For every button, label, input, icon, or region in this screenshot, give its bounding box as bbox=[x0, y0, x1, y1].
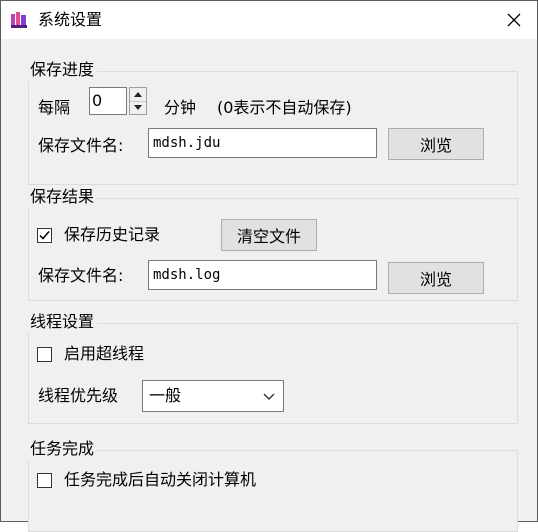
interval-spinner[interactable] bbox=[129, 87, 147, 115]
task-complete-legend: 任务完成 bbox=[27, 438, 98, 460]
window-title: 系统设置 bbox=[38, 10, 103, 29]
interval-label: 每隔 bbox=[38, 98, 71, 117]
shutdown-checkbox[interactable] bbox=[37, 473, 52, 488]
progress-browse-button[interactable]: 浏览 bbox=[388, 128, 484, 160]
result-filename-label: 保存文件名: bbox=[38, 266, 124, 285]
save-result-legend: 保存结果 bbox=[27, 186, 98, 208]
result-filename-input[interactable]: mdsh.log bbox=[148, 260, 377, 290]
title-bar: 系统设置 bbox=[1, 1, 537, 39]
progress-filename-label: 保存文件名: bbox=[38, 136, 124, 155]
chevron-down-icon bbox=[263, 393, 275, 400]
progress-filename-input[interactable]: mdsh.jdu bbox=[148, 128, 377, 158]
result-browse-button[interactable]: 浏览 bbox=[388, 262, 484, 294]
checkmark-icon bbox=[39, 231, 50, 240]
thread-settings-legend: 线程设置 bbox=[27, 311, 98, 333]
history-label: 保存历史记录 bbox=[64, 225, 161, 244]
shutdown-label: 任务完成后自动关闭计算机 bbox=[64, 470, 257, 489]
triangle-down-icon bbox=[134, 105, 142, 110]
close-icon bbox=[507, 13, 521, 27]
hyperthread-label: 启用超线程 bbox=[64, 344, 145, 363]
settings-window: 系统设置 保存进度 每隔 0 分钟 (0表示不自动保存) 保存文件名: mdsh… bbox=[0, 0, 538, 532]
priority-label: 线程优先级 bbox=[38, 386, 119, 405]
close-button[interactable] bbox=[491, 1, 537, 39]
priority-value: 一般 bbox=[149, 386, 182, 405]
hyperthread-checkbox[interactable] bbox=[37, 347, 52, 362]
triangle-up-icon bbox=[134, 92, 142, 97]
interval-input[interactable]: 0 bbox=[89, 87, 127, 115]
spin-down-button[interactable] bbox=[130, 101, 146, 114]
save-progress-legend: 保存进度 bbox=[27, 59, 98, 81]
interval-hint: (0表示不自动保存) bbox=[217, 98, 352, 117]
clear-file-button[interactable]: 清空文件 bbox=[221, 219, 317, 251]
priority-select[interactable]: 一般 bbox=[142, 380, 284, 412]
spin-up-button[interactable] bbox=[130, 88, 146, 102]
task-complete-group: 任务完成 bbox=[27, 438, 518, 532]
minute-unit-label: 分钟 bbox=[164, 98, 197, 117]
app-icon bbox=[11, 12, 27, 28]
history-checkbox[interactable] bbox=[37, 228, 52, 243]
